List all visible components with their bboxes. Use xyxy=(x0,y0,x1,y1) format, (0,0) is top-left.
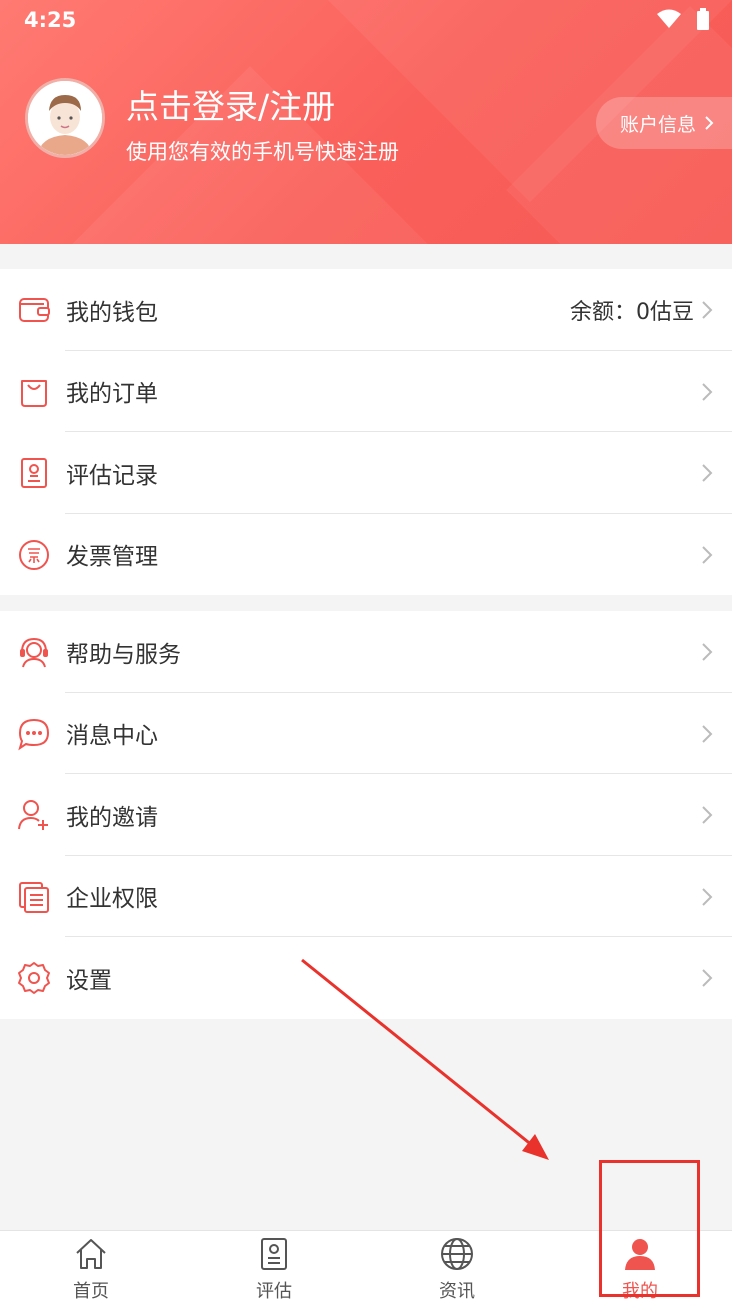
order-bag-icon xyxy=(21,379,47,407)
tab-evaluate[interactable]: 评估 xyxy=(224,1231,324,1304)
home-icon xyxy=(76,1239,106,1269)
login-register-title[interactable]: 点击登录/注册 xyxy=(126,80,335,128)
tab-label: 首页 xyxy=(73,1281,109,1302)
chevron-right-icon xyxy=(702,724,713,743)
menu-item-wallet[interactable]: 我的钱包 余额：0估豆 xyxy=(0,269,732,351)
menu-item-enterprise-permissions[interactable]: 企业权限 xyxy=(0,856,732,937)
menu-item-label: 消息中心 xyxy=(66,723,158,750)
status-icons xyxy=(656,8,710,30)
record-icon xyxy=(21,458,47,488)
chevron-right-icon xyxy=(702,969,713,987)
menu-item-my-invitations[interactable]: 我的邀请 xyxy=(0,774,732,856)
chevron-right-icon xyxy=(702,545,713,564)
account-info-button[interactable]: 账户信息 xyxy=(596,97,732,149)
tab-label: 评估 xyxy=(256,1281,292,1302)
wallet-icon xyxy=(19,298,50,322)
chevron-right-icon xyxy=(702,887,713,906)
settings-icon xyxy=(18,962,50,994)
chevron-right-icon xyxy=(702,643,713,661)
message-icon xyxy=(18,718,50,750)
invite-user-icon xyxy=(18,800,48,830)
wifi-icon xyxy=(657,9,681,28)
tab-label: 资讯 xyxy=(439,1281,475,1302)
wallet-balance: 余额：0估豆 xyxy=(570,299,694,325)
menu-item-label: 设置 xyxy=(66,967,112,994)
menu-item-label: 我的订单 xyxy=(66,381,158,408)
menu-item-help-service[interactable]: 帮助与服务 xyxy=(0,611,732,693)
chevron-right-icon xyxy=(702,382,713,401)
menu-item-label: 发票管理 xyxy=(66,544,158,571)
enterprise-icon xyxy=(19,881,49,913)
chevron-right-icon xyxy=(702,301,713,319)
avatar-illustration xyxy=(28,81,102,155)
tab-home[interactable]: 首页 xyxy=(41,1231,141,1304)
headset-icon xyxy=(20,637,48,668)
invoice-icon xyxy=(19,539,49,570)
menu-item-label: 帮助与服务 xyxy=(66,641,181,668)
status-bar: 4:25 xyxy=(0,0,732,42)
menu-item-label: 我的钱包 xyxy=(66,299,158,326)
menu-item-orders[interactable]: 我的订单 xyxy=(0,351,732,432)
evaluate-icon xyxy=(261,1238,287,1270)
menu-item-settings[interactable]: 设置 xyxy=(0,937,732,1019)
menu-item-invoice[interactable]: 发票管理 xyxy=(0,514,732,596)
menu-item-label: 我的邀请 xyxy=(66,804,158,831)
chevron-right-icon xyxy=(705,116,714,130)
chevron-right-icon xyxy=(702,464,713,482)
menu-group-services: 帮助与服务 消息中心 我的邀请 企业权限 设置 xyxy=(0,611,732,1019)
menu-item-label: 评估记录 xyxy=(66,462,158,489)
chevron-right-icon xyxy=(702,806,713,824)
profile-header: 4:25 点击登录/注册 使用您有效的手机号快速注册 账户信息 xyxy=(0,0,732,244)
account-info-label: 账户信息 xyxy=(620,113,697,136)
avatar[interactable] xyxy=(25,78,105,158)
tab-news[interactable]: 资讯 xyxy=(407,1231,507,1304)
globe-icon xyxy=(441,1238,473,1270)
annotation-highlight-box xyxy=(599,1160,700,1297)
menu-group-account: 我的钱包 余额：0估豆 我的订单 评估记录 发票管理 xyxy=(0,269,732,595)
menu-item-label: 企业权限 xyxy=(66,886,158,913)
status-time: 4:25 xyxy=(24,8,77,32)
login-subtitle: 使用您有效的手机号快速注册 xyxy=(126,140,399,164)
menu-item-evaluation-records[interactable]: 评估记录 xyxy=(0,432,732,514)
menu-item-message-center[interactable]: 消息中心 xyxy=(0,693,732,774)
battery-icon xyxy=(697,8,709,30)
